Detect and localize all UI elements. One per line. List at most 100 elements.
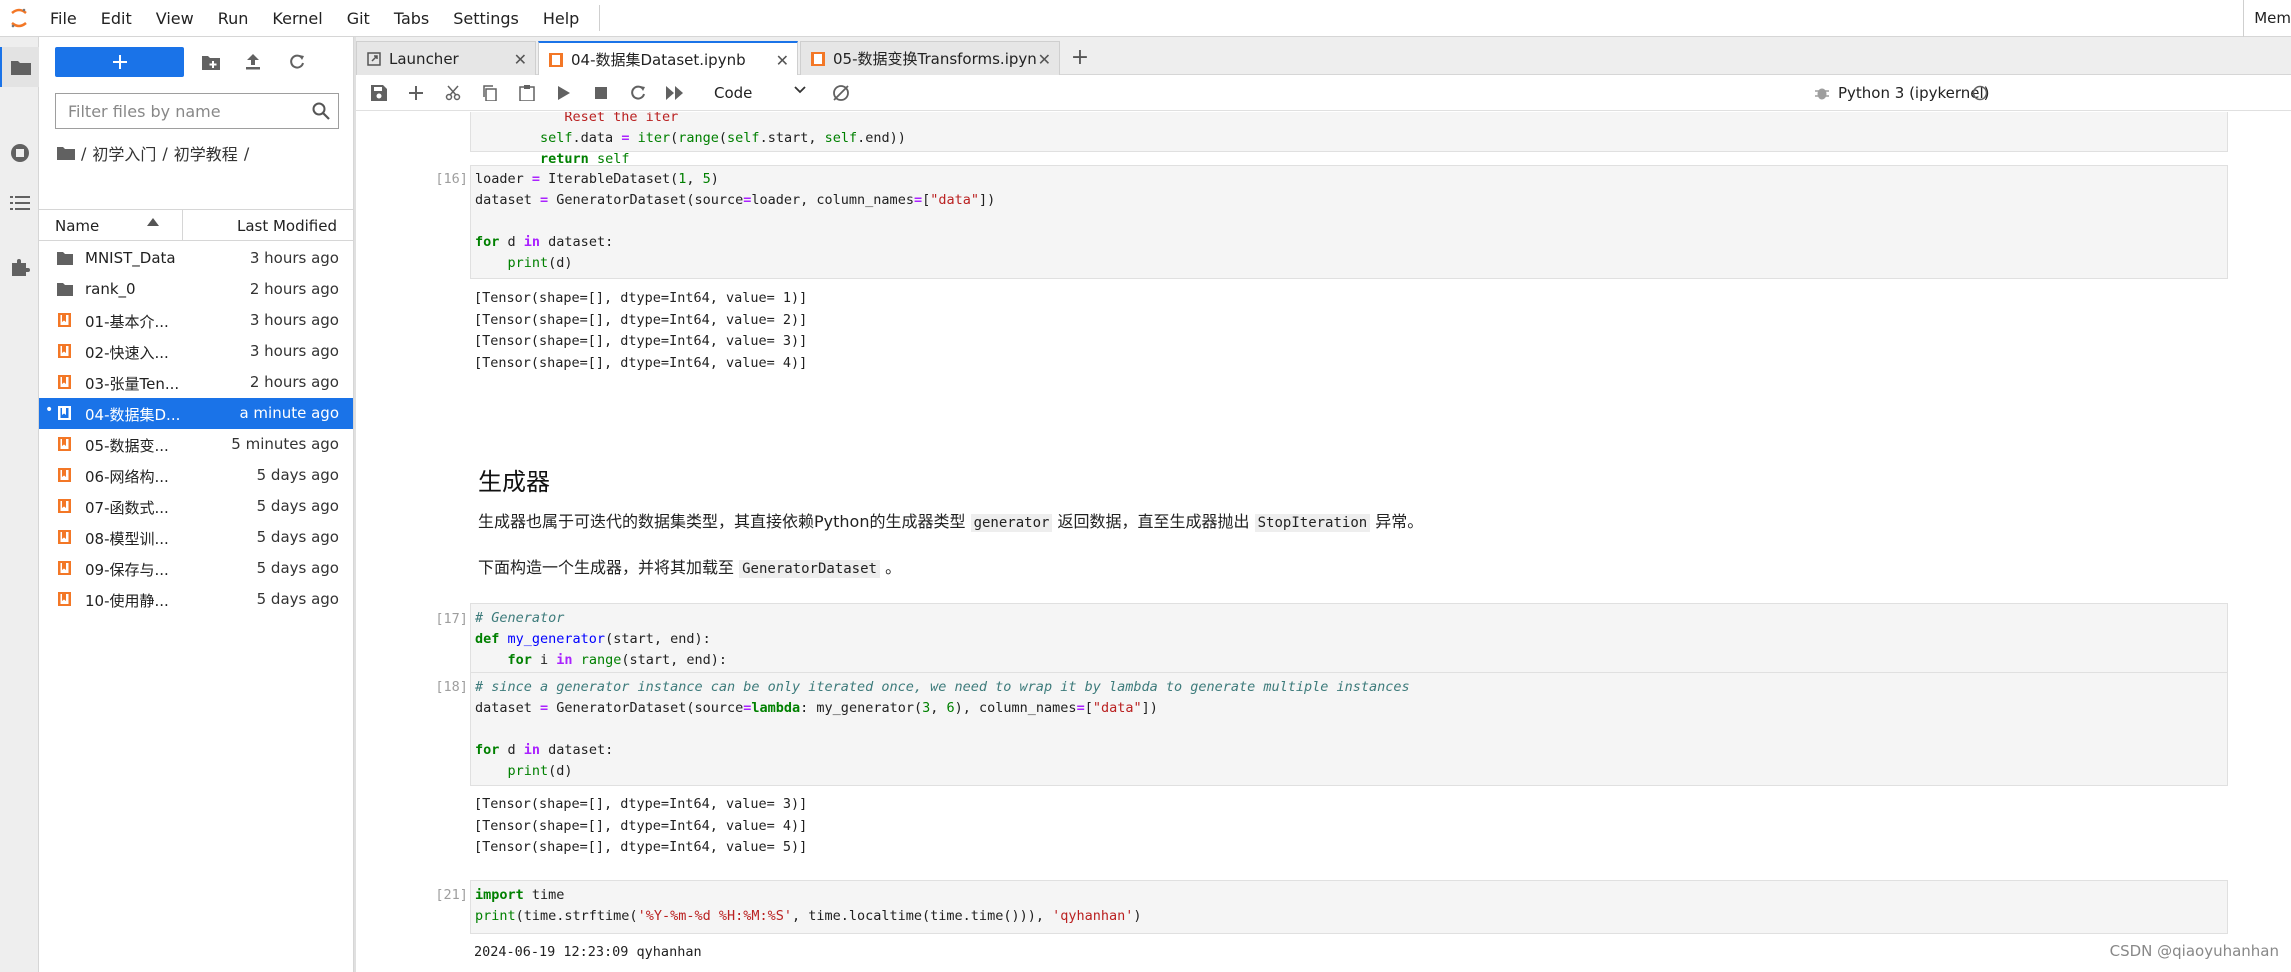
file-list-item[interactable]: 01-基本介... 3 hours ago [39,305,353,336]
left-activity-bar [0,37,39,972]
file-list-item[interactable]: MNIST_Data 3 hours ago [39,243,353,274]
notebook-icon [58,313,71,327]
kernel-name[interactable]: Python 3 (ipykernel) [1838,84,1990,102]
paste-cell-button[interactable] [514,80,540,106]
code-cell-source[interactable]: loader = IterableDataset(1, 5) dataset =… [471,169,2227,274]
tab-launcher[interactable]: Launcher ✕ [356,41,536,75]
file-list-item[interactable]: 07-函数式... 5 days ago [39,491,353,522]
output-line: [Tensor(shape=[], dtype=Int64, value= 2)… [474,311,808,328]
stop-icon [595,87,607,99]
file-list-item[interactable]: 06-网络构... 5 days ago [39,460,353,491]
column-name-header[interactable]: Name [55,217,99,235]
table-of-contents-icon[interactable] [0,183,39,223]
upload-icon [246,54,260,70]
restart-kernel-button[interactable] [625,80,651,106]
file-filter-field[interactable] [55,93,339,129]
git-diff-button[interactable] [828,80,854,106]
breadcrumb-item[interactable]: 初学入门 [92,141,156,165]
file-list-item[interactable]: rank_0 2 hours ago [39,274,353,305]
menu-git[interactable]: Git [335,0,382,37]
plus-icon: + [1070,44,1090,70]
diff-icon [833,85,849,101]
close-icon[interactable]: ✕ [514,50,527,69]
play-icon [558,86,570,100]
file-name: 07-函数式... [85,499,169,517]
menu-view[interactable]: View [144,0,206,37]
restart-run-all-button[interactable] [662,80,688,106]
insert-cell-button[interactable] [403,80,429,106]
inline-code: GeneratorDataset [739,560,880,578]
cell-type-dropdown[interactable]: Code [714,82,814,104]
code-cell[interactable]: Reset the iter self.data = iter(range(se… [470,112,2228,167]
tab-04-dataset-notebook[interactable]: 04-数据集Dataset.ipynb ✕ [538,41,798,76]
column-divider[interactable] [182,210,183,240]
file-name: MNIST_Data [85,249,176,267]
file-list-item[interactable]: 08-模型训... 5 days ago [39,522,353,553]
code-cell-source[interactable]: # since a generator instance can be only… [471,677,2227,782]
notebook-icon [58,530,71,544]
interrupt-kernel-button[interactable] [588,80,614,106]
menu-kernel[interactable]: Kernel [260,0,334,37]
menu-file[interactable]: File [38,0,89,37]
breadcrumb-item[interactable]: 初学教程 [174,141,238,165]
menu-edit[interactable]: Edit [89,0,144,37]
close-icon[interactable]: ✕ [776,51,789,70]
upload-button[interactable] [238,47,268,77]
tab-05-transforms-notebook[interactable]: 05-数据变换Transforms.ipynb ✕ [800,41,1060,75]
close-icon[interactable]: ✕ [1038,50,1051,69]
file-list-item[interactable]: 10-使用静... 5 days ago [39,584,353,615]
new-folder-button[interactable] [196,47,226,77]
file-modified: 3 hours ago [249,249,339,267]
code-cell-source[interactable]: Reset the iter self.data = iter(range(se… [471,112,2227,170]
code-cell[interactable]: import time print(time.strftime('%Y-%m-%… [470,880,2228,934]
cut-cell-button[interactable] [440,80,466,106]
folder-icon[interactable] [0,47,39,87]
cell-prompt: [16]: [435,171,476,187]
scissors-icon [445,85,461,101]
restart-icon [631,85,645,100]
file-browser-panel: / 初学入门 / 初学教程 / Name Last Modified MNIST… [39,37,354,972]
run-cell-button[interactable] [551,80,577,106]
file-name: 09-保存与... [85,561,169,579]
menu-settings[interactable]: Settings [441,0,531,37]
plus-icon [409,86,423,100]
file-list-item[interactable]: 03-张量Ten... 2 hours ago [39,367,353,398]
menu-bar: File Edit View Run Kernel Git Tabs Setti… [0,0,2291,37]
code-cell[interactable]: # since a generator instance can be only… [470,672,2228,786]
menu-run[interactable]: Run [206,0,261,37]
running-sessions-icon[interactable] [0,133,39,173]
file-list-item[interactable]: 09-保存与... 5 days ago [39,553,353,584]
column-modified-header[interactable]: Last Modified [237,217,337,235]
file-list-item[interactable]: • 04-数据集D... a minute ago [39,398,353,429]
watermark-text: CSDN @qiaoyuhanhan [2109,942,2279,960]
notebook-icon [58,437,71,451]
refresh-button[interactable] [282,47,312,77]
file-filter-input[interactable] [56,94,296,128]
menu-help[interactable]: Help [531,0,591,37]
output-line: [Tensor(shape=[], dtype=Int64, value= 5)… [474,839,808,855]
code-cell[interactable]: loader = IterableDataset(1, 5) dataset =… [470,165,2228,279]
code-cell-source[interactable]: import time print(time.strftime('%Y-%m-%… [471,885,2227,927]
file-list-item[interactable]: 02-快速入... 3 hours ago [39,336,353,367]
debugger-bug-icon[interactable] [1814,85,1830,101]
file-modified: 5 days ago [256,559,339,577]
new-tab-button[interactable]: + [1065,43,1095,71]
md-text: 返回数据，直至生成器抛出 [1057,512,1250,531]
folder-icon [57,283,73,296]
file-list-header: Name Last Modified [39,209,353,241]
tab-label: 04-数据集Dataset.ipynb [571,51,746,69]
new-launcher-button[interactable] [55,47,184,77]
file-name: 03-张量Ten... [85,375,180,393]
file-list-item[interactable]: 05-数据变... 5 minutes ago [39,429,353,460]
notebook-panel[interactable]: Reset the iter self.data = iter(range(se… [356,112,2291,972]
breadcrumb-separator: / [81,143,87,163]
plus-icon [112,55,127,69]
home-folder-icon[interactable] [57,146,75,160]
cell-type-value: Code [714,84,753,102]
extension-puzzle-icon[interactable] [0,247,39,287]
menu-tabs[interactable]: Tabs [382,0,441,37]
file-modified: 3 hours ago [249,311,339,329]
save-button[interactable] [366,80,392,106]
copy-cell-button[interactable] [477,80,503,106]
file-name: rank_0 [85,280,136,298]
